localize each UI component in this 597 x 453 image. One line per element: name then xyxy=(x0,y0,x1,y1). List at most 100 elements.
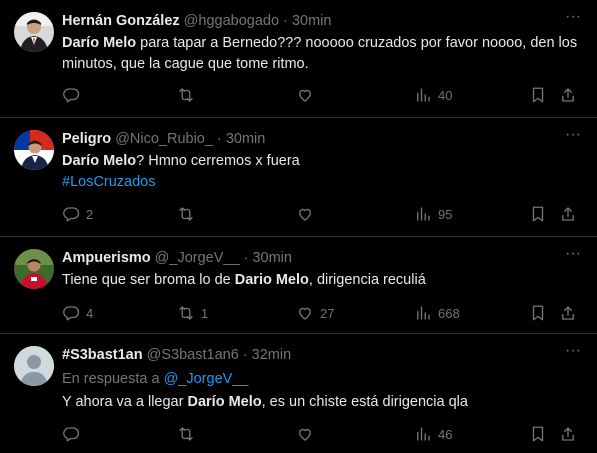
reply-icon xyxy=(63,207,80,222)
share-button[interactable] xyxy=(559,203,577,225)
like-count: 27 xyxy=(320,305,335,321)
tweet-text: Darío Melo para tapar a Bernedo??? noooo… xyxy=(62,33,581,75)
tweet-text: Y ahora va a llegar Darío Melo, es un ch… xyxy=(62,392,581,413)
tweet-text-rest: , es un chiste está dirigencia qla xyxy=(261,394,468,410)
tweet-header: Ampuerismo @_JorgeV__ · 30min xyxy=(62,248,557,268)
reply-button[interactable] xyxy=(62,84,86,106)
tweet-actions: 2 95 xyxy=(62,203,583,225)
more-icon[interactable]: ··· xyxy=(563,127,583,148)
bookmark-icon xyxy=(532,206,544,222)
share-icon xyxy=(562,427,574,441)
tweet[interactable]: #S3bast1an @S3bast1an6 · 32min ··· En re… xyxy=(0,334,597,453)
like-button[interactable] xyxy=(296,84,320,106)
bookmark-icon xyxy=(532,87,544,103)
reply-to-mention[interactable]: @_JorgeV__ xyxy=(164,371,249,387)
reply-button[interactable]: 2 xyxy=(62,203,93,225)
like-button[interactable] xyxy=(296,203,320,225)
share-icon xyxy=(562,306,574,320)
timeline-feed: Hernán González @hggabogado · 30min ··· … xyxy=(0,0,597,453)
separator-dot: · xyxy=(283,13,288,29)
bookmark-button[interactable] xyxy=(529,423,547,445)
bookmark-icon xyxy=(532,426,544,442)
tweet-text-rest: ? Hmno cerremos x fuera xyxy=(136,153,300,169)
tweet-text-bold: Darío Melo xyxy=(187,394,262,410)
share-button[interactable] xyxy=(559,302,577,324)
retweet-button[interactable] xyxy=(177,203,201,225)
tweet-text-bold: Dario Melo xyxy=(234,272,309,288)
more-icon[interactable]: ··· xyxy=(563,9,583,30)
retweet-icon xyxy=(179,207,193,221)
author-handle[interactable]: @S3bast1an6 xyxy=(147,347,239,363)
retweet-button[interactable] xyxy=(177,84,201,106)
hashtag-link[interactable]: #LosCruzados xyxy=(62,174,156,190)
retweet-icon xyxy=(179,427,193,441)
tweet[interactable]: Peligro @Nico_Rubio_ · 30min ··· Darío M… xyxy=(0,118,597,237)
author-handle[interactable]: @Nico_Rubio_ xyxy=(115,131,213,147)
avatar[interactable] xyxy=(14,249,54,289)
views-icon xyxy=(417,207,430,221)
tweet-actions: 40 xyxy=(62,84,583,106)
retweet-button[interactable]: 1 xyxy=(177,302,208,324)
tweet-text-bold: Darío Melo xyxy=(62,35,137,51)
views-button[interactable]: 668 xyxy=(414,302,460,324)
retweet-button[interactable] xyxy=(177,423,201,445)
like-icon xyxy=(299,89,311,102)
retweet-icon xyxy=(179,88,193,102)
tweet-text: Tiene que ser broma lo de Dario Melo, di… xyxy=(62,270,581,291)
author-name[interactable]: #S3bast1an xyxy=(62,347,143,363)
like-button[interactable]: 27 xyxy=(296,302,334,324)
reply-button[interactable] xyxy=(62,423,86,445)
timestamp[interactable]: 30min xyxy=(252,250,292,266)
tweet-text-rest: para tapar a Bernedo??? nooooo cruzados … xyxy=(62,35,578,72)
reply-button[interactable]: 4 xyxy=(62,302,93,324)
author-handle[interactable]: @hggabogado xyxy=(184,13,279,29)
share-button[interactable] xyxy=(559,423,577,445)
avatar[interactable] xyxy=(14,12,54,52)
author-name[interactable]: Hernán González xyxy=(62,13,180,29)
retweet-count: 1 xyxy=(201,305,209,321)
reply-count: 4 xyxy=(86,305,94,321)
bookmark-button[interactable] xyxy=(529,84,547,106)
separator-dot: · xyxy=(216,131,222,147)
tweet-text: Darío Melo? Hmno cerremos x fuera #LosCr… xyxy=(62,151,581,193)
tweet-header: #S3bast1an @S3bast1an6 · 32min xyxy=(62,345,557,365)
more-icon[interactable]: ··· xyxy=(563,246,583,267)
tweet[interactable]: Ampuerismo @_JorgeV__ · 30min ··· Tiene … xyxy=(0,237,597,334)
reply-icon xyxy=(63,427,80,442)
author-handle[interactable]: @_JorgeV__ xyxy=(155,250,240,266)
timestamp[interactable]: 32min xyxy=(252,347,292,363)
views-button[interactable]: 95 xyxy=(414,203,452,225)
like-icon xyxy=(299,307,311,320)
views-count: 40 xyxy=(438,87,453,103)
tweet-header: Peligro @Nico_Rubio_ · 30min xyxy=(62,129,557,149)
reply-icon xyxy=(63,306,80,321)
timestamp[interactable]: 30min xyxy=(292,13,332,29)
bookmark-button[interactable] xyxy=(529,302,547,324)
separator-dot: · xyxy=(243,250,249,266)
bookmark-button[interactable] xyxy=(529,203,547,225)
views-icon xyxy=(417,306,430,320)
bookmark-icon xyxy=(532,305,544,321)
timestamp[interactable]: 30min xyxy=(226,131,266,147)
share-icon xyxy=(562,207,574,221)
avatar[interactable] xyxy=(14,130,54,170)
author-name[interactable]: Peligro xyxy=(62,131,111,147)
avatar[interactable] xyxy=(14,346,54,386)
tweet-actions: 46 xyxy=(62,423,583,445)
separator-dot: · xyxy=(242,347,248,363)
tweet-actions: 4 1 27 668 xyxy=(62,302,583,324)
like-icon xyxy=(299,428,311,441)
views-button[interactable]: 40 xyxy=(414,84,452,106)
views-count: 46 xyxy=(438,426,453,442)
views-button[interactable]: 46 xyxy=(414,423,452,445)
share-button[interactable] xyxy=(559,84,577,106)
reply-context: En respuesta a @_JorgeV__ xyxy=(62,369,581,390)
author-name[interactable]: Ampuerismo xyxy=(62,250,151,266)
like-button[interactable] xyxy=(296,423,320,445)
more-icon[interactable]: ··· xyxy=(563,343,583,364)
views-icon xyxy=(417,427,430,441)
retweet-icon xyxy=(179,306,193,320)
reply-count: 2 xyxy=(86,206,94,222)
tweet-text-pre: Y ahora va a llegar xyxy=(62,394,188,410)
tweet[interactable]: Hernán González @hggabogado · 30min ··· … xyxy=(0,0,597,118)
